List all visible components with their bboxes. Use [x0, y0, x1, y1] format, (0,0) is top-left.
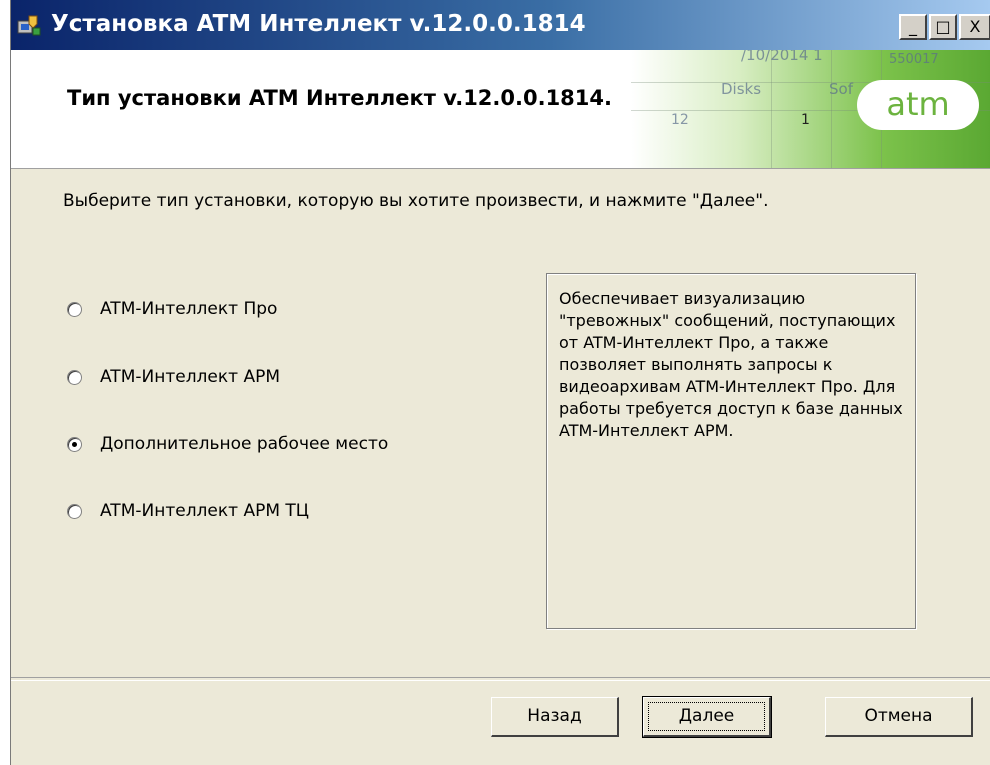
window-title: Установка ATM Интеллект v.12.0.0.1814 [51, 11, 586, 37]
option-label: ATM-Интеллект Про [100, 299, 278, 319]
close-button[interactable]: X [959, 14, 990, 40]
option-label: ATM-Интеллект АРМ [100, 367, 281, 387]
radio-button[interactable] [67, 503, 82, 519]
focus-rectangle [648, 702, 765, 731]
banner-photo-text: 12 [671, 112, 689, 128]
installer-icon [17, 15, 41, 36]
atm-logo: atm [857, 80, 979, 130]
description-box: Обеспечивает визуализацию "тревожных" со… [546, 273, 916, 629]
minimize-button[interactable]: _ [899, 14, 927, 40]
option-atm-intellect-pro[interactable]: ATM-Интеллект Про [67, 296, 277, 322]
install-type-panel: Выберите тип установки, которую вы хотит… [11, 169, 990, 677]
maximize-button[interactable]: □ [929, 14, 957, 40]
page-title: Тип установки ATM Интеллект v.12.0.0.181… [67, 86, 612, 110]
banner-photo-text: Disks [721, 80, 762, 98]
header-banner: /10/2014 1 550017 Disks Sof 12 1 Тип уст… [11, 50, 990, 169]
footer-divider [11, 677, 990, 681]
installer-window: Установка ATM Интеллект v.12.0.0.1814 _ … [10, 0, 990, 765]
radio-button[interactable] [67, 369, 82, 385]
option-label: Дополнительное рабочее место [100, 434, 389, 454]
radio-button-selected[interactable] [67, 436, 82, 452]
option-label: ATM-Интеллект АРМ ТЦ [100, 501, 309, 521]
cancel-button[interactable]: Отмена [825, 697, 973, 737]
description-text: Обеспечивает визуализацию "тревожных" со… [559, 289, 903, 440]
radio-button[interactable] [67, 301, 82, 317]
option-atm-intellect-arm[interactable]: ATM-Интеллект АРМ [67, 364, 280, 390]
option-atm-intellect-arm-tc[interactable]: ATM-Интеллект АРМ ТЦ [67, 498, 309, 524]
banner-photo-text: /10/2014 1 [741, 50, 823, 64]
instruction-text: Выберите тип установки, которую вы хотит… [63, 191, 769, 211]
title-bar[interactable]: Установка ATM Интеллект v.12.0.0.1814 _ … [11, 0, 990, 50]
option-additional-workstation[interactable]: Дополнительное рабочее место [67, 431, 388, 457]
next-button[interactable]: Далее [642, 696, 772, 738]
banner-photo-text: 1 [801, 112, 810, 128]
banner-photo-text: Sof [829, 80, 853, 98]
banner-photo-text: 550017 [889, 52, 939, 67]
back-button[interactable]: Назад [491, 697, 619, 737]
